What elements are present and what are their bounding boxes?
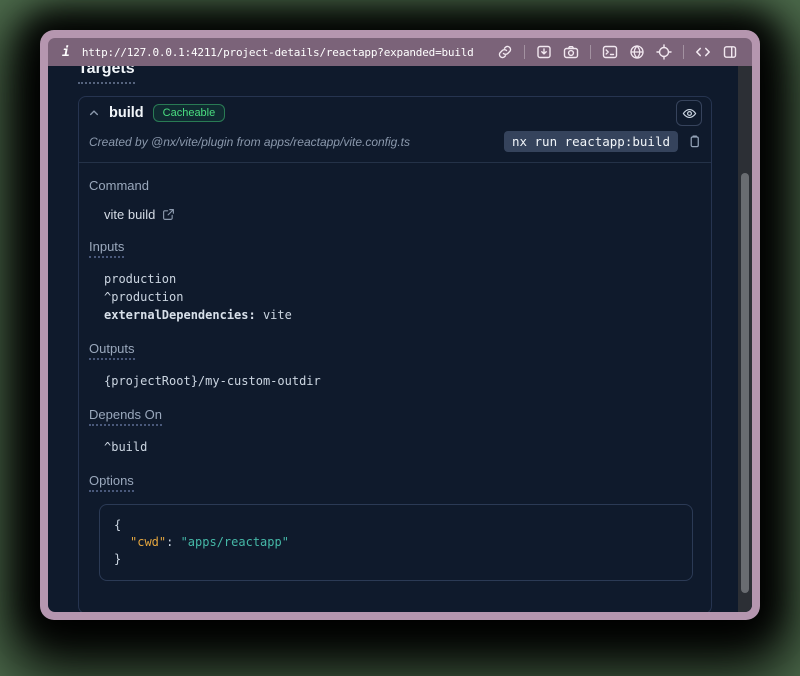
outputs-section: Outputs {projectRoot}/my-custom-outdir — [89, 340, 697, 390]
info-icon: i — [62, 45, 70, 60]
command-value-row: vite build — [104, 207, 697, 222]
page-title[interactable]: Targets — [78, 66, 135, 84]
command-label: Command — [89, 178, 149, 193]
camera-icon[interactable] — [563, 44, 579, 60]
target-panel-build: build Cacheable Created by @nx/vite/plug… — [78, 96, 712, 612]
depends-on-section: Depends On ^build — [89, 406, 697, 456]
created-by-row: Created by @nx/vite/plugin from apps/rea… — [79, 129, 711, 162]
titlebar-divider — [590, 45, 591, 59]
window-titlebar: i http://127.0.0.1:4211/project-details/… — [48, 38, 752, 66]
titlebar-divider — [524, 45, 525, 59]
globe-icon[interactable] — [629, 44, 645, 60]
view-target-graph-button[interactable] — [676, 100, 702, 126]
depends-on-list: ^build — [104, 438, 697, 456]
scrollbar[interactable] — [738, 66, 752, 612]
build-panel-header[interactable]: build Cacheable — [79, 97, 711, 129]
inputs-section: Inputs production ^production externalDe… — [89, 238, 697, 324]
import-box-icon[interactable] — [536, 44, 552, 60]
options-json-block: { "cwd": "apps/reactapp" } — [99, 504, 693, 581]
created-by-text: Created by @nx/vite/plugin from apps/rea… — [89, 135, 410, 149]
cacheable-badge: Cacheable — [153, 104, 226, 122]
inputs-list: production ^production externalDependenc… — [104, 270, 697, 324]
input-item: ^production — [104, 288, 697, 306]
split-panel-icon[interactable] — [722, 44, 738, 60]
clipboard-icon — [687, 134, 702, 149]
build-panel-body: Command vite build Inputs production ^pr… — [79, 163, 711, 612]
titlebar-divider — [683, 45, 684, 59]
titlebar-actions — [497, 44, 738, 60]
command-value: vite build — [104, 207, 155, 222]
terminal-icon[interactable] — [602, 44, 618, 60]
browser-preview-window: i http://127.0.0.1:4211/project-details/… — [40, 30, 760, 620]
target-name: build — [109, 105, 144, 121]
input-item-key: externalDependencies: — [104, 308, 256, 322]
eye-icon — [682, 106, 697, 121]
scrollbar-thumb[interactable] — [741, 173, 749, 593]
external-link-icon[interactable] — [162, 208, 175, 221]
chevron-up-icon[interactable] — [88, 107, 100, 119]
json-key: "cwd" — [130, 535, 166, 549]
page-content: Targets build Cacheable Created by @nx/v… — [48, 66, 752, 612]
outputs-list: {projectRoot}/my-custom-outdir — [104, 372, 697, 390]
command-section: Command vite build — [89, 177, 697, 222]
inputs-label[interactable]: Inputs — [89, 239, 124, 258]
input-item-value: vite — [256, 308, 292, 322]
output-item: {projectRoot}/my-custom-outdir — [104, 372, 697, 390]
targets-heading-row: Targets — [78, 66, 752, 84]
options-section: Options { "cwd": "apps/reactapp" } — [89, 472, 697, 581]
code-icon[interactable] — [695, 44, 711, 60]
depends-on-label[interactable]: Depends On — [89, 407, 162, 426]
json-separator: : — [166, 535, 180, 549]
json-value: "apps/reactapp" — [181, 535, 289, 549]
copy-command-button[interactable] — [687, 134, 702, 149]
input-item: production — [104, 270, 697, 288]
json-line: } — [114, 551, 678, 568]
link-icon[interactable] — [497, 44, 513, 60]
crosshair-icon[interactable] — [656, 44, 672, 60]
json-line: "cwd": "apps/reactapp" — [114, 534, 678, 551]
depends-on-item: ^build — [104, 438, 697, 456]
options-label[interactable]: Options — [89, 473, 134, 492]
url-text: http://127.0.0.1:4211/project-details/re… — [82, 46, 474, 59]
input-item: externalDependencies: vite — [104, 306, 697, 324]
json-line: { — [114, 517, 678, 534]
run-command-chip: nx run reactapp:build — [504, 131, 678, 152]
outputs-label[interactable]: Outputs — [89, 341, 135, 360]
